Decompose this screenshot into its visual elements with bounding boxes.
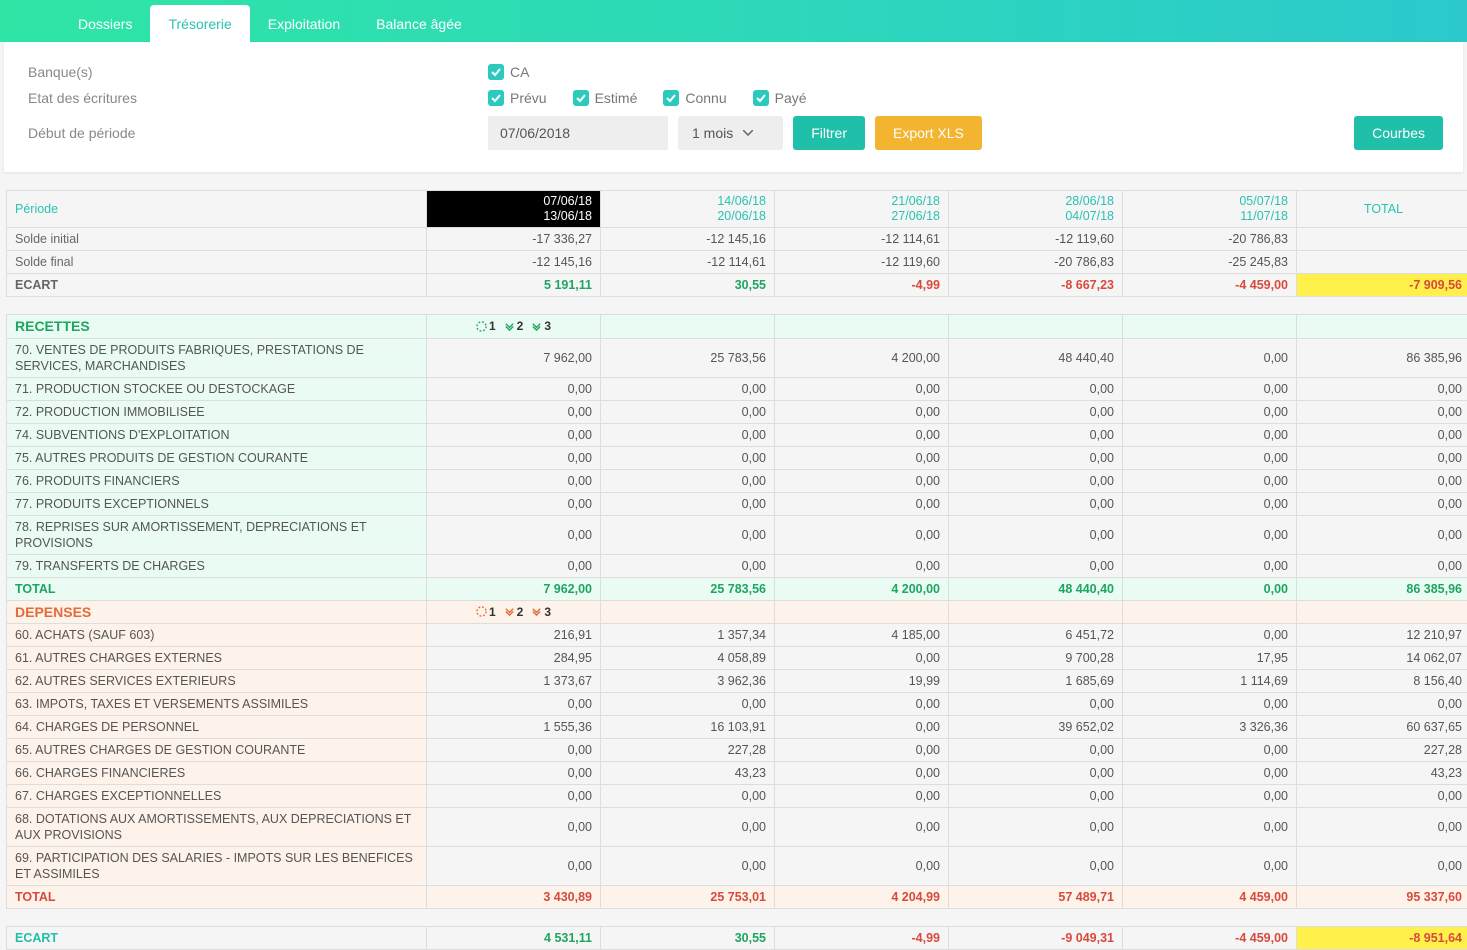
level-controls[interactable]: 123 [427, 315, 601, 339]
period-column-header: 07/06/1813/06/18 [427, 191, 601, 228]
filter-button[interactable]: Filtrer [793, 116, 865, 150]
export-xls-button[interactable]: Export XLS [875, 116, 982, 150]
table-row: 78. REPRISES SUR AMORTISSEMENT, DEPRECIA… [7, 515, 1467, 554]
table-row: 79. TRANSFERTS DE CHARGES0,000,000,000,0… [7, 554, 1467, 577]
table-row: 64. CHARGES DE PERSONNEL1 555,3616 103,9… [7, 716, 1467, 739]
treasury-table-wrap: Période07/06/1813/06/1814/06/1820/06/182… [6, 190, 1461, 950]
checkbox-payé[interactable] [753, 90, 769, 106]
tab-exploitation[interactable]: Exploitation [250, 5, 358, 42]
treasury-table: Période07/06/1813/06/1814/06/1820/06/182… [6, 190, 1467, 950]
table-row: 63. IMPOTS, TAXES ET VERSEMENTS ASSIMILE… [7, 693, 1467, 716]
top-nav: DossiersTrésorerieExploitationBalance âg… [0, 0, 1467, 42]
table-row: 74. SUBVENTIONS D'EXPLOITATION0,000,000,… [7, 423, 1467, 446]
tab-dossiers[interactable]: Dossiers [60, 5, 150, 42]
checkbox-prévu[interactable] [488, 90, 504, 106]
states-label: Etat des écritures [28, 90, 488, 106]
period-start-input[interactable] [488, 116, 668, 150]
table-row: 62. AUTRES SERVICES EXTERIEURS1 373,673 … [7, 670, 1467, 693]
period-column-header: 28/06/1804/07/18 [949, 191, 1123, 228]
checkbox-label: Estimé [595, 90, 638, 106]
table-row: 69. PARTICIPATION DES SALARIES - IMPOTS … [7, 847, 1467, 886]
table-row: 72. PRODUCTION IMMOBILISEE0,000,000,000,… [7, 400, 1467, 423]
checkbox-label: CA [510, 64, 529, 80]
chevron-down-icon [743, 130, 753, 136]
table-row: 76. PRODUITS FINANCIERS0,000,000,000,000… [7, 469, 1467, 492]
banks-label: Banque(s) [28, 64, 488, 80]
checkbox-estimé[interactable] [573, 90, 589, 106]
table-row: 71. PRODUCTION STOCKEE OU DESTOCKAGE0,00… [7, 377, 1467, 400]
table-row: 70. VENTES DE PRODUITS FABRIQUES, PRESTA… [7, 338, 1467, 377]
period-months-select[interactable]: 1 mois [678, 116, 783, 150]
period-column-header: 14/06/1820/06/18 [601, 191, 775, 228]
table-row: 61. AUTRES CHARGES EXTERNES284,954 058,8… [7, 647, 1467, 670]
recettes-header: RECETTES [7, 315, 427, 339]
table-row: 67. CHARGES EXCEPTIONNELLES0,000,000,000… [7, 785, 1467, 808]
period-label: Début de période [28, 125, 488, 141]
table-row: 77. PRODUITS EXCEPTIONNELS0,000,000,000,… [7, 492, 1467, 515]
checkbox-label: Prévu [510, 90, 547, 106]
filter-panel: Banque(s) CA Etat des écritures Prévu Est… [4, 42, 1463, 172]
table-row: 66. CHARGES FINANCIERES0,0043,230,000,00… [7, 762, 1467, 785]
period-column-header: 21/06/1827/06/18 [775, 191, 949, 228]
checkbox-ca[interactable] [488, 64, 504, 80]
level-controls[interactable]: 123 [427, 600, 601, 624]
table-row: 75. AUTRES PRODUITS DE GESTION COURANTE0… [7, 446, 1467, 469]
tab-balance-âgée[interactable]: Balance âgée [358, 5, 480, 42]
period-column-header: 05/07/1811/07/18 [1123, 191, 1297, 228]
checkbox-label: Payé [775, 90, 807, 106]
tab-trésorerie[interactable]: Trésorerie [150, 5, 249, 42]
checkbox-label: Connu [685, 90, 726, 106]
depenses-header: DEPENSES [7, 600, 427, 624]
curves-button[interactable]: Courbes [1354, 116, 1443, 150]
table-row: 65. AUTRES CHARGES DE GESTION COURANTE0,… [7, 739, 1467, 762]
table-row: 60. ACHATS (SAUF 603)216,911 357,344 185… [7, 624, 1467, 647]
checkbox-connu[interactable] [663, 90, 679, 106]
table-row: 68. DOTATIONS AUX AMORTISSEMENTS, AUX DE… [7, 808, 1467, 847]
